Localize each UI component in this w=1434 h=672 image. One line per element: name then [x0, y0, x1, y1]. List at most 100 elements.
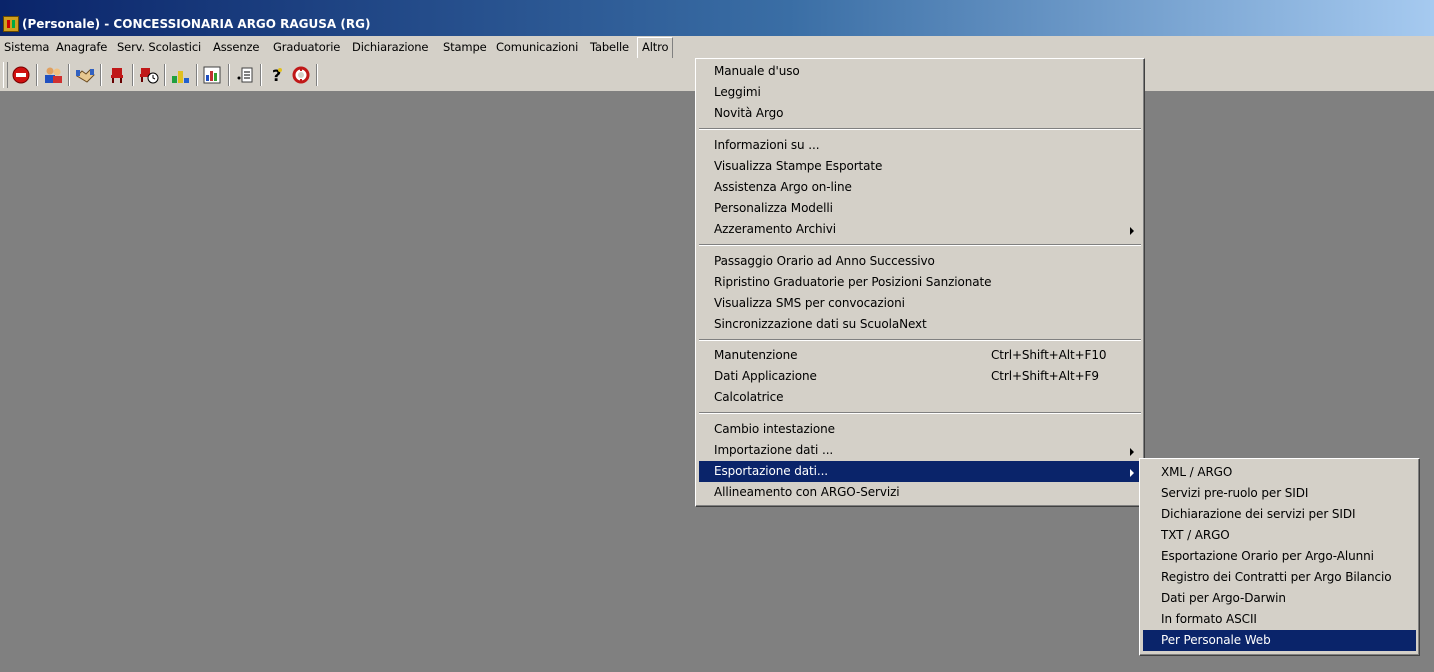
lifebuoy-icon[interactable]	[290, 64, 312, 86]
menu-anagrafe[interactable]: Anagrafe	[56, 39, 107, 57]
menu-item-label: Leggimi	[714, 85, 761, 99]
menu-item-label: Visualizza SMS per convocazioni	[714, 296, 905, 310]
menu-item-personalizza-modelli[interactable]: Personalizza Modelli	[699, 198, 1141, 219]
menu-item-shortcut: Ctrl+Shift+Alt+F10	[991, 348, 1107, 362]
menu-tabelle[interactable]: Tabelle	[590, 39, 629, 57]
menu-item-passaggio-orario[interactable]: Passaggio Orario ad Anno Successivo	[699, 251, 1141, 272]
menu-item-label: Personalizza Modelli	[714, 201, 833, 215]
menu-item-sincronizzazione[interactable]: Sincronizzazione dati su ScuolaNext	[699, 314, 1141, 335]
list-icon[interactable]	[234, 64, 256, 86]
menu-item-label: Dati Applicazione	[714, 369, 817, 383]
menu-item-label: Passaggio Orario ad Anno Successivo	[714, 254, 935, 268]
menu-item-label: Azzeramento Archivi	[714, 222, 836, 236]
toolbar-separator	[132, 64, 134, 86]
menu-item-label: Manuale d'uso	[714, 64, 800, 78]
menu-sistema[interactable]: Sistema	[4, 39, 49, 57]
menu-comunicazioni[interactable]: Comunicazioni	[496, 39, 578, 57]
menu-item-label: Cambio intestazione	[714, 422, 835, 436]
menu-item-leggimi[interactable]: Leggimi	[699, 82, 1141, 103]
submenu-arrow-icon	[1130, 448, 1134, 456]
menu-separator	[699, 244, 1141, 246]
menu-item-esportazione-dati[interactable]: Esportazione dati...	[699, 461, 1141, 482]
people-icon[interactable]	[42, 64, 64, 86]
toolbar-separator	[316, 64, 318, 86]
menu-altro[interactable]: Altro	[637, 37, 674, 59]
menu-item-label: Visualizza Stampe Esportate	[714, 159, 883, 173]
toolbar-separator	[260, 64, 262, 86]
submenu-item-esportazione-orario[interactable]: Esportazione Orario per Argo-Alunni	[1143, 546, 1416, 567]
menu-item-label: Dati per Argo-Darwin	[1161, 591, 1286, 605]
menu-item-label: Esportazione Orario per Argo-Alunni	[1161, 549, 1374, 563]
menu-item-label: Servizi pre-ruolo per SIDI	[1161, 486, 1309, 500]
menu-item-calcolatrice[interactable]: Calcolatrice	[699, 387, 1141, 408]
menu-item-ripristino-graduatorie[interactable]: Ripristino Graduatorie per Posizioni San…	[699, 272, 1141, 293]
app-icon[interactable]	[3, 16, 19, 32]
menu-dichiarazione[interactable]: Dichiarazione	[352, 39, 429, 57]
menu-item-label: In formato ASCII	[1161, 612, 1257, 626]
menu-item-label: TXT / ARGO	[1161, 528, 1230, 542]
menu-item-label: Calcolatrice	[714, 390, 784, 404]
toolbar-separator	[36, 64, 38, 86]
submenu-item-xml-argo[interactable]: XML / ARGO	[1143, 462, 1416, 483]
calendar-chart-icon[interactable]	[202, 64, 224, 86]
menu-separator	[699, 128, 1141, 130]
window-title: (Personale) - CONCESSIONARIA ARGO RAGUSA…	[22, 17, 371, 31]
menu-item-dati-applicazione[interactable]: Dati Applicazione Ctrl+Shift+Alt+F9	[699, 366, 1141, 387]
menu-item-shortcut: Ctrl+Shift+Alt+F9	[991, 369, 1099, 383]
ranking-icon[interactable]	[170, 64, 192, 86]
menu-item-label: Allineamento con ARGO-Servizi	[714, 485, 900, 499]
handshake-icon[interactable]	[74, 64, 96, 86]
menu-item-visualizza-sms[interactable]: Visualizza SMS per convocazioni	[699, 293, 1141, 314]
menu-item-label: Esportazione dati...	[714, 464, 829, 478]
menu-item-novita-argo[interactable]: Novità Argo	[699, 103, 1141, 124]
menu-item-allineamento-servizi[interactable]: Allineamento con ARGO-Servizi	[699, 482, 1141, 503]
menu-item-manutenzione[interactable]: Manutenzione Ctrl+Shift+Alt+F10	[699, 345, 1141, 366]
menu-item-label: Sincronizzazione dati su ScuolaNext	[714, 317, 927, 331]
menu-item-label: XML / ARGO	[1161, 465, 1233, 479]
menu-item-assistenza[interactable]: Assistenza Argo on-line	[699, 177, 1141, 198]
submenu-item-formato-ascii[interactable]: In formato ASCII	[1143, 609, 1416, 630]
menu-item-cambio-intestazione[interactable]: Cambio intestazione	[699, 419, 1141, 440]
menu-item-label: Dichiarazione dei servizi per SIDI	[1161, 507, 1356, 521]
menu-graduatorie[interactable]: Graduatorie	[273, 39, 340, 57]
toolbar-separator	[100, 64, 102, 86]
chair-icon[interactable]	[106, 64, 128, 86]
toolbar-separator	[196, 64, 198, 86]
menu-item-label: Ripristino Graduatorie per Posizioni San…	[714, 275, 992, 289]
menu-item-visualizza-stampe[interactable]: Visualizza Stampe Esportate	[699, 156, 1141, 177]
menu-serv-scolastici[interactable]: Serv. Scolastici	[117, 39, 201, 57]
submenu-arrow-icon	[1130, 469, 1134, 477]
menu-item-label: Manutenzione	[714, 348, 798, 362]
submenu-item-dati-darwin[interactable]: Dati per Argo-Darwin	[1143, 588, 1416, 609]
menu-item-label: Importazione dati ...	[714, 443, 834, 457]
menu-item-manuale-uso[interactable]: Manuale d'uso	[699, 61, 1141, 82]
menu-item-informazioni[interactable]: Informazioni su ...	[699, 135, 1141, 156]
menu-assenze[interactable]: Assenze	[213, 39, 259, 57]
submenu-item-dichiarazione-servizi[interactable]: Dichiarazione dei servizi per SIDI	[1143, 504, 1416, 525]
submenu-arrow-icon	[1130, 227, 1134, 235]
menu-item-label: Informazioni su ...	[714, 138, 820, 152]
submenu-item-servizi-preruolo[interactable]: Servizi pre-ruolo per SIDI	[1143, 483, 1416, 504]
esportazione-submenu: XML / ARGO Servizi pre-ruolo per SIDI Di…	[1139, 458, 1420, 656]
submenu-item-personale-web[interactable]: Per Personale Web	[1143, 630, 1416, 651]
menu-item-label: Novità Argo	[714, 106, 784, 120]
toolbar-grip[interactable]	[3, 62, 8, 88]
toolbar-separator	[164, 64, 166, 86]
title-bar: (Personale) - CONCESSIONARIA ARGO RAGUSA…	[0, 0, 1434, 36]
menu-separator	[699, 339, 1141, 341]
submenu-item-registro-contratti[interactable]: Registro dei Contratti per Argo Bilancio	[1143, 567, 1416, 588]
toolbar-separator	[228, 64, 230, 86]
submenu-item-txt-argo[interactable]: TXT / ARGO	[1143, 525, 1416, 546]
menu-item-label: Registro dei Contratti per Argo Bilancio	[1161, 570, 1392, 584]
menu-item-label: Per Personale Web	[1161, 633, 1271, 647]
toolbar-separator	[68, 64, 70, 86]
stop-icon[interactable]	[10, 64, 32, 86]
help-icon[interactable]: ?	[266, 64, 288, 86]
menu-item-importazione-dati[interactable]: Importazione dati ...	[699, 440, 1141, 461]
menu-item-azzeramento-archivi[interactable]: Azzeramento Archivi	[699, 219, 1141, 240]
menu-item-label: Assistenza Argo on-line	[714, 180, 852, 194]
chair-clock-icon[interactable]	[138, 64, 160, 86]
menu-stampe[interactable]: Stampe	[443, 39, 487, 57]
altro-dropdown-menu: Manuale d'uso Leggimi Novità Argo Inform…	[695, 58, 1145, 507]
menu-separator	[699, 412, 1141, 414]
